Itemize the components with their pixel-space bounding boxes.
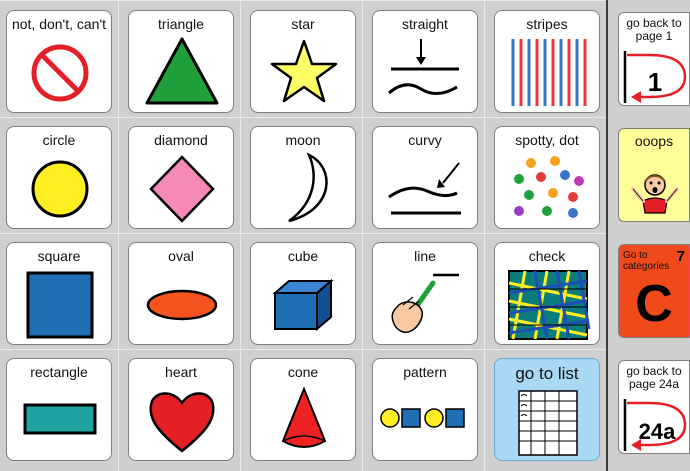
curvy-line-icon bbox=[388, 162, 461, 215]
star-icon bbox=[270, 39, 338, 103]
side-label: Go to categories bbox=[623, 250, 670, 272]
heart-icon bbox=[149, 392, 215, 453]
rectangle-icon bbox=[23, 403, 97, 435]
cell-square[interactable]: square bbox=[6, 242, 112, 345]
stripes-icon bbox=[511, 39, 587, 106]
page-24a-back-arrow-icon: 24a bbox=[623, 399, 687, 451]
straight-line-icon bbox=[388, 39, 459, 95]
diamond-icon bbox=[149, 155, 215, 223]
list-icon bbox=[518, 390, 578, 456]
cell-diamond[interactable]: diamond bbox=[128, 126, 234, 229]
cone-icon bbox=[281, 386, 327, 448]
categories-letter-icon: C bbox=[635, 275, 673, 333]
square-icon bbox=[26, 271, 94, 339]
page-number: 24a bbox=[639, 419, 676, 444]
cell-stripes[interactable]: stripes bbox=[494, 10, 600, 113]
cell-pattern[interactable]: pattern bbox=[372, 358, 478, 461]
oval-icon bbox=[146, 289, 218, 321]
cube-icon bbox=[272, 278, 334, 332]
panel-divider bbox=[606, 0, 608, 471]
categories-number: 7 bbox=[676, 248, 685, 265]
ooops-button[interactable]: ooops bbox=[618, 128, 690, 222]
cell-star[interactable]: star bbox=[250, 10, 356, 113]
go-back-page-1-button[interactable]: go back to page 1 1 bbox=[618, 12, 690, 106]
cell-check[interactable]: check bbox=[494, 242, 600, 345]
hand-drawing-line-icon bbox=[391, 273, 459, 333]
circle-icon bbox=[31, 160, 89, 218]
check-pattern-icon bbox=[508, 270, 591, 340]
cell-cone[interactable]: cone bbox=[250, 358, 356, 461]
cell-moon[interactable]: moon bbox=[250, 126, 356, 229]
pattern-icon bbox=[380, 408, 465, 428]
spotty-dots-icon bbox=[514, 156, 584, 218]
go-back-page-24a-button[interactable]: go back to page 24a 24a bbox=[618, 360, 690, 454]
ooops-person-icon bbox=[631, 174, 679, 214]
cell-spotty[interactable]: spotty, dot bbox=[494, 126, 600, 229]
cell-heart[interactable]: heart bbox=[128, 358, 234, 461]
go-to-list-button[interactable]: go to list bbox=[494, 358, 600, 461]
cell-line[interactable]: line bbox=[372, 242, 478, 345]
cell-curvy[interactable]: curvy bbox=[372, 126, 478, 229]
cell-not[interactable]: not, don't, can't bbox=[6, 10, 112, 113]
page-1-back-arrow-icon: 1 bbox=[623, 51, 687, 103]
cell-cube[interactable]: cube bbox=[250, 242, 356, 345]
cell-oval[interactable]: oval bbox=[128, 242, 234, 345]
moon-icon bbox=[288, 152, 328, 223]
no-sign-icon bbox=[31, 44, 89, 102]
cell-triangle[interactable]: triangle bbox=[128, 10, 234, 113]
cell-straight[interactable]: straight bbox=[372, 10, 478, 113]
cell-circle[interactable]: circle bbox=[6, 126, 112, 229]
cell-rectangle[interactable]: rectangle bbox=[6, 358, 112, 461]
go-to-categories-button[interactable]: Go to categories 7 C bbox=[618, 244, 690, 338]
page-number: 1 bbox=[648, 67, 662, 97]
triangle-icon bbox=[145, 37, 219, 105]
